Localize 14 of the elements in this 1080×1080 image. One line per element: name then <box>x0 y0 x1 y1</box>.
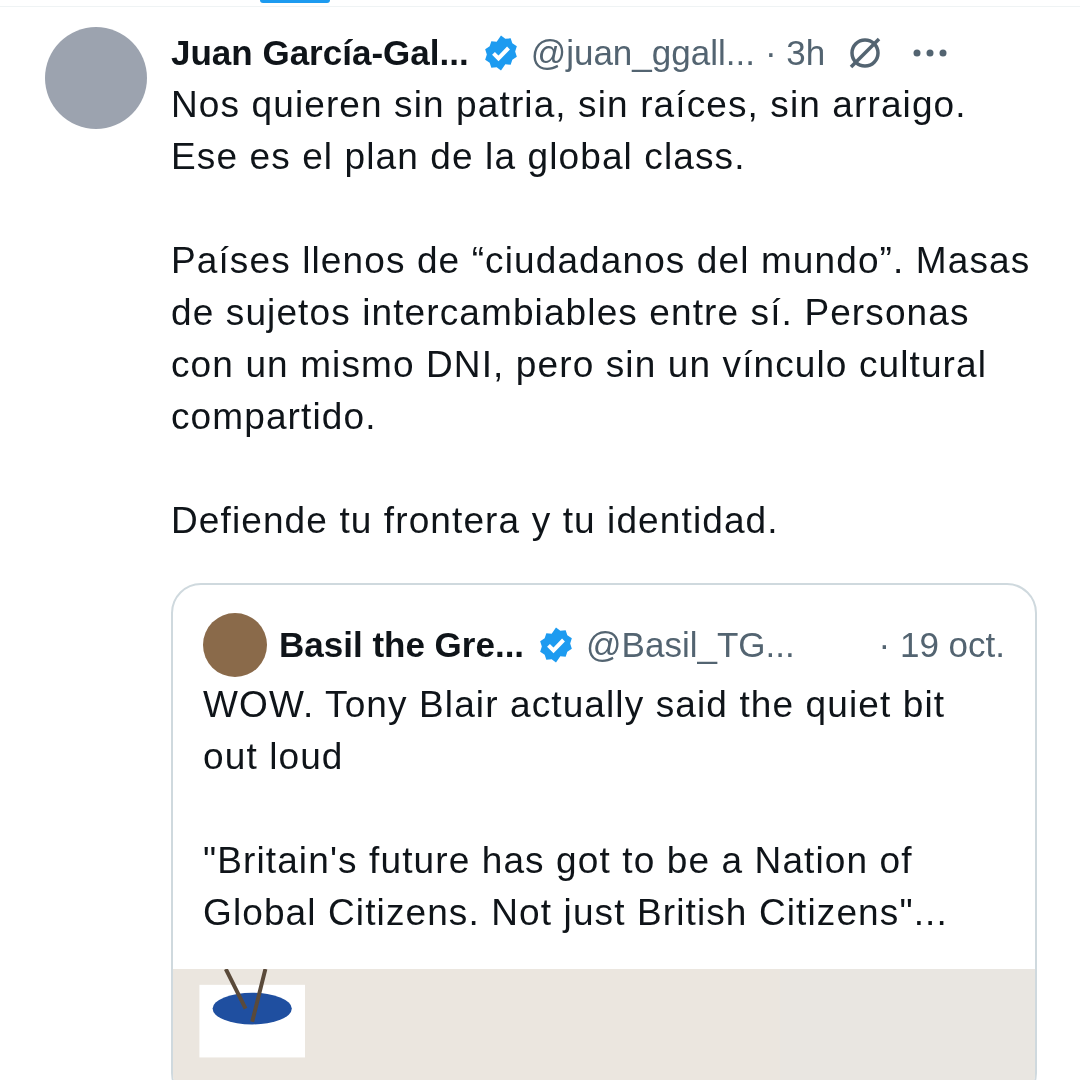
tab-indicator <box>260 0 330 3</box>
post-time[interactable]: · 3h <box>764 26 826 80</box>
more-icon[interactable] <box>913 49 948 57</box>
post-text: Países llenos de “ciudadanos del mundo”. Masas de sujetos intercambiables entre sí. Personas con un mismo DNI, pero sin un vínculo cultural compartido. <box>171 239 1032 439</box>
author-handle[interactable]: @juan_ggall... <box>530 26 755 80</box>
post-text: "Britain's future has got to be a Nation of Global Citizens. Not just British Citizens"... <box>203 839 949 935</box>
author-name[interactable]: Basil the Gre... <box>279 618 525 672</box>
quoted-post-card[interactable]: Basil the Gre... @Basil_TG... · 19 oct. WOW. Tony Blair actually said the quiet bit out loud "Britain's future has got to be a Nation of Global Citizens. Not just British Citizens"... <box>171 583 1037 1080</box>
post-time[interactable]: · 19 oct. <box>878 618 1005 672</box>
author-handle[interactable]: @Basil_TG... <box>586 618 795 672</box>
post-text: Defiende tu frontera y tu identidad. <box>171 499 780 543</box>
post-text: Nos quieren sin patria, sin raíces, sin arraigo. Ese es el plan de la global class. <box>171 83 968 179</box>
post-text: WOW. Tony Blair actually said the quiet bit out loud <box>203 683 947 779</box>
author-name[interactable]: Juan García-Gal... <box>171 26 469 80</box>
